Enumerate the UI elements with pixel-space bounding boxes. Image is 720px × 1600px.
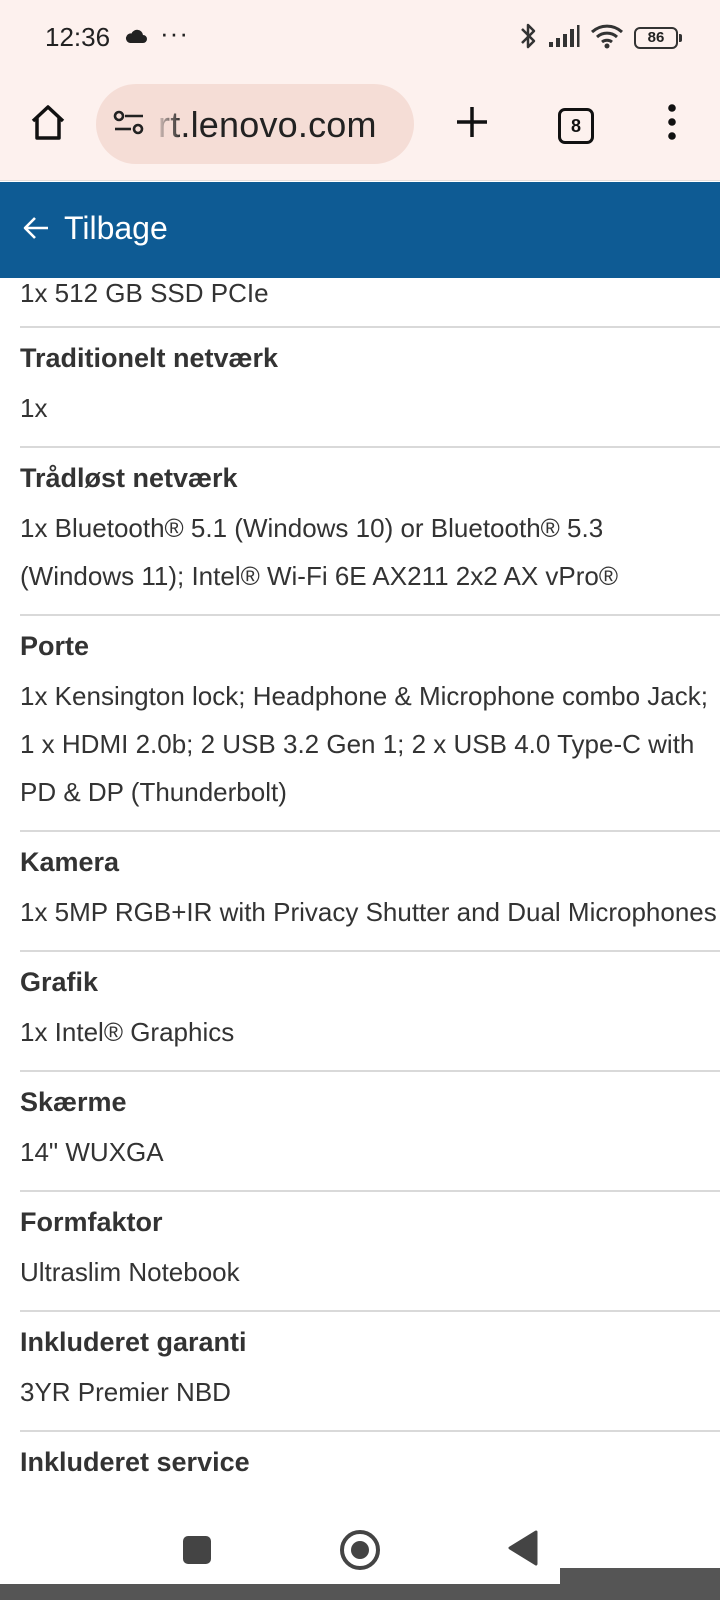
spec-value: CO2 Offset bbox=[20, 1488, 720, 1498]
site-settings-icon[interactable] bbox=[112, 108, 146, 143]
status-bar: 12:36 ··· 86 bbox=[0, 0, 720, 78]
spec-label: Inkluderet service bbox=[20, 1447, 250, 1477]
spec-row: Inkluderet garanti 3YR Premier NBD bbox=[20, 1312, 720, 1432]
spec-value: 3YR Premier NBD bbox=[20, 1377, 231, 1407]
spec-label: Formfaktor bbox=[20, 1207, 163, 1237]
spec-row: Skærme 14" WUXGA bbox=[20, 1072, 720, 1192]
new-tab-button[interactable] bbox=[448, 100, 496, 148]
more-vert-icon bbox=[667, 103, 677, 145]
url-fade bbox=[154, 84, 182, 164]
spec-value: 1x 5MP RGB+IR with Privacy Shutter and D… bbox=[20, 897, 717, 927]
back-link[interactable]: Tilbage bbox=[64, 210, 168, 247]
spec-label: Grafik bbox=[20, 967, 99, 997]
spec-value-partial: 1x 512 GB SSD PCIe bbox=[20, 278, 720, 328]
spec-row: Formfaktor Ultraslim Notebook bbox=[20, 1192, 720, 1312]
battery-indicator: 86 bbox=[634, 27, 682, 49]
system-nav-bar bbox=[0, 1500, 720, 1600]
menu-button[interactable] bbox=[652, 100, 692, 148]
spec-row: Inkluderet service CO2 Offset bbox=[20, 1432, 720, 1498]
bluetooth-icon bbox=[518, 21, 538, 56]
status-icons: 86 bbox=[518, 21, 682, 56]
gesture-strip bbox=[0, 1584, 720, 1600]
signal-icon bbox=[548, 24, 580, 53]
url-text[interactable]: rt.lenovo.com bbox=[158, 104, 377, 146]
spec-label: Skærme bbox=[20, 1087, 127, 1117]
spec-row: Trådløst netværk 1x Bluetooth® 5.1 (Wind… bbox=[20, 448, 720, 616]
spec-value: 1x Intel® Graphics bbox=[20, 1017, 235, 1047]
home-icon bbox=[28, 102, 68, 147]
spec-value: 1x Kensington lock; Headphone & Micropho… bbox=[20, 681, 708, 807]
spec-label: Porte bbox=[20, 631, 90, 661]
plus-icon bbox=[454, 104, 490, 145]
page-header: Tilbage bbox=[0, 182, 720, 278]
wifi-icon bbox=[590, 23, 624, 54]
url-bar[interactable]: rt.lenovo.com bbox=[96, 84, 414, 164]
spec-value: 14" WUXGA bbox=[20, 1137, 164, 1167]
spec-value: 1x Bluetooth® 5.1 (Windows 10) or Blueto… bbox=[20, 513, 619, 591]
home-button[interactable] bbox=[26, 102, 70, 146]
spec-label: Trådløst netværk bbox=[20, 463, 238, 493]
spec-value: 1x bbox=[20, 393, 48, 423]
spec-row: Traditionelt netværk 1x bbox=[20, 328, 720, 448]
bottom-strip bbox=[560, 1568, 720, 1584]
back-arrow-icon[interactable] bbox=[22, 214, 50, 247]
spec-value: Ultraslim Notebook bbox=[20, 1257, 240, 1287]
home-nav-button[interactable] bbox=[340, 1530, 380, 1570]
back-nav-button[interactable] bbox=[506, 1528, 540, 1573]
status-time: 12:36 bbox=[45, 22, 111, 52]
spec-row: Kamera 1x 5MP RGB+IR with Privacy Shutte… bbox=[20, 832, 720, 952]
spec-list: 1x 512 GB SSD PCIe Traditionelt netværk … bbox=[0, 278, 720, 1498]
spec-label: Traditionelt netværk bbox=[20, 343, 279, 373]
recents-button[interactable] bbox=[183, 1536, 211, 1564]
spec-row: Porte 1x Kensington lock; Headphone & Mi… bbox=[20, 616, 720, 832]
browser-toolbar: rt.lenovo.com 8 bbox=[0, 78, 720, 181]
status-overflow: ··· bbox=[160, 18, 189, 48]
spec-label: Kamera bbox=[20, 847, 120, 877]
spec-row: Grafik 1x Intel® Graphics bbox=[20, 952, 720, 1072]
tab-switcher-button[interactable]: 8 bbox=[558, 108, 594, 144]
cloud-icon bbox=[124, 28, 148, 49]
spec-label: Inkluderet garanti bbox=[20, 1327, 247, 1357]
